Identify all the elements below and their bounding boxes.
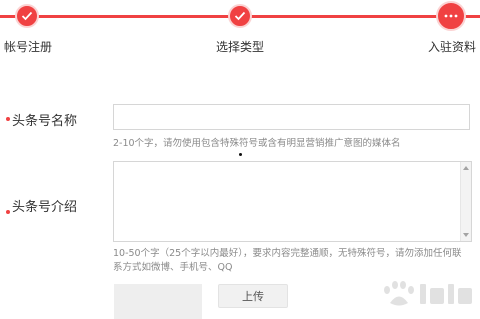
cursor-dot	[239, 153, 242, 156]
name-field-hint: 2-10个字，请勿使用包含特殊符号或含有明显营销推广意图的媒体名	[113, 138, 401, 149]
account-name-input[interactable]	[113, 104, 470, 130]
upload-button[interactable]: 上传	[218, 284, 288, 308]
avatar-upload-preview[interactable]	[114, 284, 202, 319]
required-marker	[6, 117, 10, 121]
scroll-down-arrow-icon[interactable]	[463, 233, 469, 237]
step-2-check-icon	[228, 4, 252, 28]
required-marker	[6, 210, 10, 214]
textarea-scrollbar[interactable]	[460, 162, 471, 241]
scroll-up-arrow-icon[interactable]	[463, 166, 469, 170]
step-1-label: 帐号注册	[4, 40, 53, 54]
intro-field-label: 头条号介绍	[12, 200, 78, 215]
intro-field-hint-line1: 10-50个字（25个字以内最好），要求内容完整通顺，无特殊符号，请勿添加任何联	[113, 248, 462, 259]
intro-field-hint-line2: 系方式如微博、手机号、QQ	[113, 262, 233, 273]
step-2-label: 选择类型	[216, 40, 265, 54]
step-3-label: 入驻资料	[428, 40, 477, 54]
name-field-label: 头条号名称	[12, 114, 78, 129]
step-1-check-icon	[15, 4, 39, 28]
baidu-paw-icon	[384, 281, 472, 306]
account-intro-textarea[interactable]	[113, 161, 472, 242]
step-3-more-icon	[436, 1, 466, 31]
account-onboarding-page: 帐号注册 选择类型 入驻资料 头条号名称 2-10个字，请勿使用包含特殊符号或含…	[0, 0, 480, 319]
